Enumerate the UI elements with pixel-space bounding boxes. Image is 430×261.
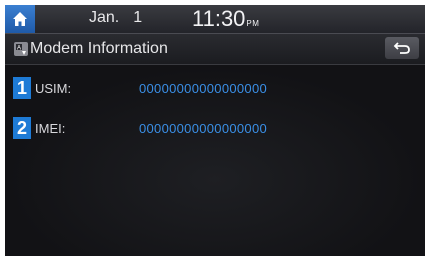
- list-item-imei: 2 IMEI: 00000000000000000: [13, 117, 267, 139]
- page-title: Modem Information: [30, 40, 168, 57]
- date-display: Jan. 1: [89, 9, 142, 27]
- date-day: 1: [133, 9, 143, 26]
- usim-value: 00000000000000000: [139, 80, 268, 96]
- date-month: Jan.: [89, 9, 120, 26]
- modem-info-list: 1 USIM: 00000000000000000 2 IMEI: 000000…: [5, 65, 425, 256]
- title-bar: A Modem Information: [5, 34, 425, 65]
- status-bar: Jan. 1 11:30PM: [5, 5, 425, 34]
- usim-label: USIM:: [35, 80, 72, 96]
- back-button[interactable]: [385, 37, 419, 59]
- modem-info-icon: A: [14, 42, 28, 56]
- back-arrow-icon: [393, 42, 410, 54]
- imei-label: IMEI:: [35, 120, 66, 136]
- head-unit-screen: Jan. 1 11:30PM A Modem Information 1 USIM…: [5, 5, 425, 256]
- imei-value: 00000000000000000: [139, 120, 268, 136]
- home-button[interactable]: [5, 5, 35, 33]
- item-number-badge: 2: [13, 117, 31, 139]
- list-item-usim: 1 USIM: 00000000000000000: [13, 77, 267, 99]
- clock-time: 11:30: [192, 6, 246, 31]
- clock-ampm: PM: [246, 19, 260, 28]
- svg-text:A: A: [17, 46, 21, 52]
- clock-display: 11:30PM: [192, 6, 259, 32]
- home-icon: [13, 12, 27, 26]
- item-number-badge: 1: [13, 77, 31, 99]
